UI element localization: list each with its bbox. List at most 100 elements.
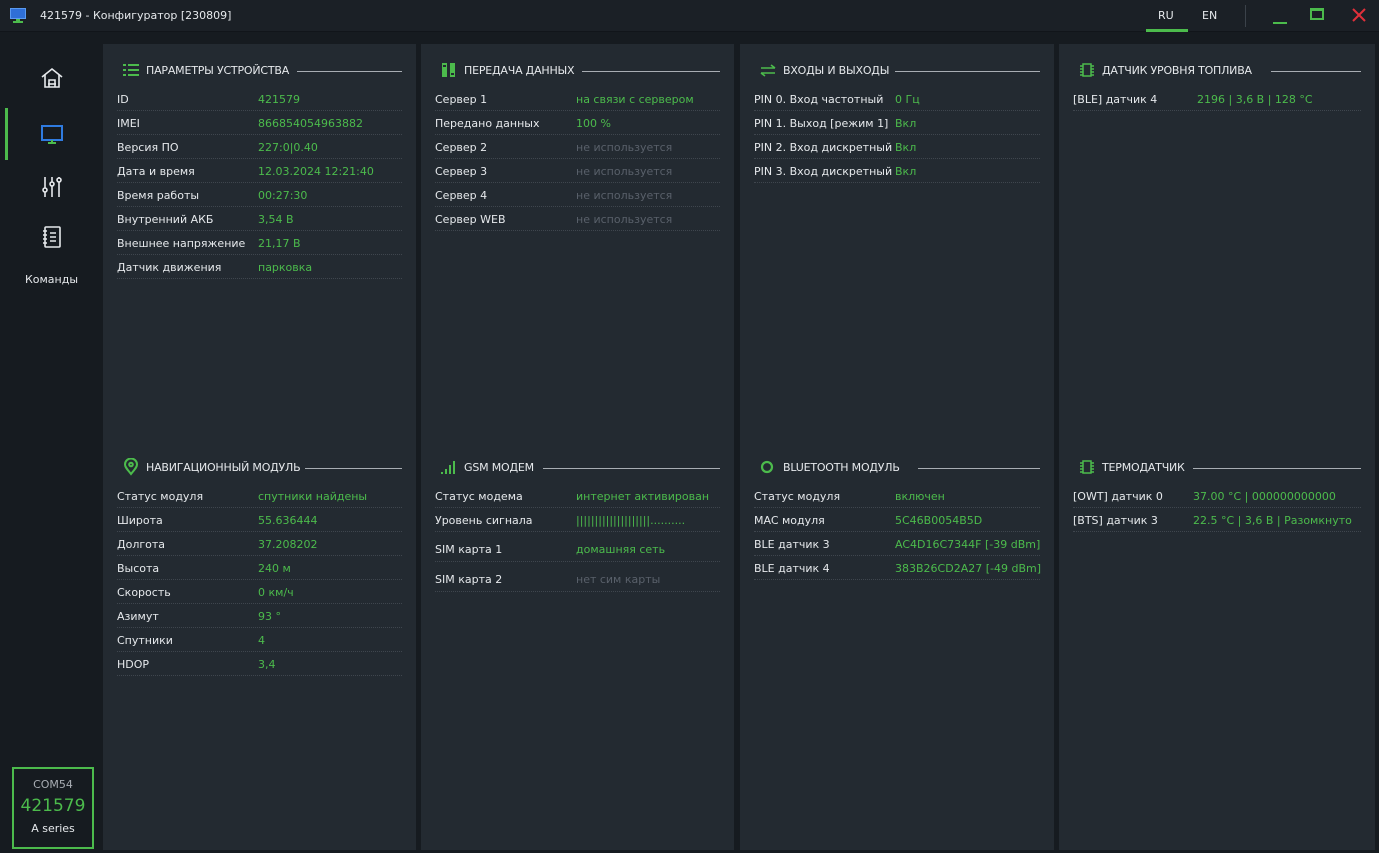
param-value: 21,17 В bbox=[258, 237, 301, 250]
param-row: Датчик движения парковка bbox=[117, 255, 402, 279]
param-row: SIM карта 1 домашняя сеть bbox=[435, 532, 720, 562]
chip-icon bbox=[1080, 63, 1094, 77]
section-header: ПЕРЕДАЧА ДАННЫХ bbox=[435, 59, 720, 81]
param-value: 383B26CD2A27 [-49 dBm] bbox=[895, 562, 1041, 575]
param-label: Долгота bbox=[117, 538, 166, 551]
param-row: [BTS] датчик 3 22.5 °C | 3,6 В | Разомкну… bbox=[1073, 508, 1361, 532]
param-label: Датчик движения bbox=[117, 261, 222, 274]
window-title: 421579 - Конфигуратор [230809] bbox=[40, 9, 232, 22]
param-row: Передано данных 100 % bbox=[435, 111, 720, 135]
param-label: Версия ПО bbox=[117, 141, 179, 154]
section-header: GSM МОДЕМ bbox=[435, 456, 720, 478]
param-row: Высота 240 м bbox=[117, 556, 402, 580]
param-label: [BTS] датчик 3 bbox=[1073, 514, 1158, 527]
param-label: Сервер 2 bbox=[435, 141, 488, 154]
param-value: 227:0|0.40 bbox=[258, 141, 318, 154]
sidebar-item-commands[interactable]: Команды bbox=[0, 273, 103, 286]
param-list: Статус модуля спутники найдены Широта 55.63… bbox=[117, 484, 402, 676]
param-row: PIN 2. Вход дискретный Вкл bbox=[754, 135, 1040, 159]
minimize-button[interactable] bbox=[1260, 0, 1300, 32]
section-divider bbox=[297, 71, 402, 72]
param-row: Широта 55.636444 bbox=[117, 508, 402, 532]
section-divider bbox=[1193, 468, 1361, 469]
param-value: нет сим карты bbox=[576, 573, 661, 586]
param-value: 3,4 bbox=[258, 658, 276, 671]
param-label: Внутренний АКБ bbox=[117, 213, 214, 226]
close-button[interactable] bbox=[1339, 0, 1379, 32]
param-label: [BLE] датчик 4 bbox=[1073, 93, 1158, 106]
param-row: Внутренний АКБ 3,54 В bbox=[117, 207, 402, 231]
param-list: [BLE] датчик 4 2196 | 3,6 В | 128 °C bbox=[1073, 87, 1361, 111]
param-label: PIN 2. Вход дискретный bbox=[754, 141, 893, 154]
sidebar-item-monitor[interactable] bbox=[0, 112, 103, 158]
section-divider bbox=[895, 71, 1040, 72]
lang-active-indicator bbox=[1146, 29, 1188, 32]
param-label: HDOP bbox=[117, 658, 150, 671]
section-title: ТЕРМОДАТЧИК bbox=[1102, 461, 1185, 474]
notebook-icon bbox=[43, 226, 61, 248]
sidebar-item-notebook[interactable] bbox=[0, 214, 103, 260]
param-value: парковка bbox=[258, 261, 313, 274]
section-title: НАВИГАЦИОННЫЙ МОДУЛЬ bbox=[146, 461, 301, 474]
lang-en-button[interactable]: EN bbox=[1202, 9, 1217, 22]
param-label: PIN 1. Выход [режим 1] bbox=[754, 117, 889, 130]
section-divider bbox=[582, 71, 720, 72]
maximize-icon bbox=[1310, 8, 1324, 20]
sidebar-item-settings[interactable] bbox=[0, 164, 103, 210]
title-bar: 421579 - Конфигуратор [230809] RU EN bbox=[0, 0, 1379, 32]
section-header: ДАТЧИК УРОВНЯ ТОПЛИВА bbox=[1073, 59, 1361, 81]
param-row: Сервер WEB не используется bbox=[435, 207, 720, 231]
param-row: [BLE] датчик 4 2196 | 3,6 В | 128 °C bbox=[1073, 87, 1361, 111]
param-label: Статус модема bbox=[435, 490, 523, 503]
param-row: IMEI 866854054963882 bbox=[117, 111, 402, 135]
section-header: ВХОДЫ и ВЫХОДЫ bbox=[754, 59, 1040, 81]
param-value: AC4D16C7344F [-39 dBm] bbox=[895, 538, 1041, 551]
section-title: ДАТЧИК УРОВНЯ ТОПЛИВА bbox=[1102, 64, 1252, 77]
section-header: ПАРАМЕТРЫ УСТРОЙСТВА bbox=[117, 59, 402, 81]
param-row: PIN 1. Выход [режим 1] Вкл bbox=[754, 111, 1040, 135]
param-label: BLE датчик 3 bbox=[754, 538, 830, 551]
param-label: MAC модуля bbox=[754, 514, 825, 527]
param-label: Спутники bbox=[117, 634, 173, 647]
param-label: Дата и время bbox=[117, 165, 195, 178]
location-pin-icon bbox=[123, 458, 139, 476]
sidebar: Команды COM54 421579 A series bbox=[0, 32, 103, 853]
device-series: A series bbox=[31, 822, 75, 835]
param-row: Азимут 93 ° bbox=[117, 604, 402, 628]
param-value: включен bbox=[895, 490, 945, 503]
device-port: COM54 bbox=[33, 778, 73, 791]
monitor-icon bbox=[41, 125, 63, 144]
param-value: 55.636444 bbox=[258, 514, 318, 527]
bluetooth-ring-icon bbox=[760, 460, 774, 474]
param-value: не используется bbox=[576, 213, 673, 226]
param-value: 5C46B0054B5D bbox=[895, 514, 983, 527]
param-label: IMEI bbox=[117, 117, 140, 130]
maximize-button[interactable] bbox=[1297, 0, 1337, 32]
param-label: Азимут bbox=[117, 610, 159, 623]
lang-ru-button[interactable]: RU bbox=[1158, 9, 1174, 22]
param-value: не используется bbox=[576, 165, 673, 178]
section-header: НАВИГАЦИОННЫЙ МОДУЛЬ bbox=[117, 456, 402, 478]
section-divider bbox=[543, 468, 720, 469]
param-value: не используется bbox=[576, 141, 673, 154]
section-title: ВХОДЫ и ВЫХОДЫ bbox=[783, 64, 890, 77]
param-row: Статус модуля включен bbox=[754, 484, 1040, 508]
param-label: PIN 0. Вход частотный bbox=[754, 93, 884, 106]
param-value: интернет активирован bbox=[576, 490, 710, 503]
sidebar-item-home[interactable] bbox=[0, 55, 103, 101]
param-value: не используется bbox=[576, 189, 673, 202]
param-label: Уровень сигнала bbox=[435, 514, 533, 527]
list-icon bbox=[123, 64, 139, 76]
param-label: Сервер 1 bbox=[435, 93, 488, 106]
param-list: ID 421579 IMEI 866854054963882 Версия ПО 227:… bbox=[117, 87, 402, 279]
section-title: ПЕРЕДАЧА ДАННЫХ bbox=[464, 64, 575, 77]
title-divider bbox=[1245, 5, 1246, 27]
transfer-icon bbox=[442, 63, 455, 77]
param-label: Статус модуля bbox=[117, 490, 204, 503]
device-status-box[interactable]: COM54 421579 A series bbox=[12, 767, 94, 849]
home-icon bbox=[41, 67, 63, 88]
param-value: 4 bbox=[258, 634, 265, 647]
param-row: BLE датчик 4 383B26CD2A27 [-49 dBm] bbox=[754, 556, 1041, 580]
param-row: Сервер 1 на связи с сервером bbox=[435, 87, 720, 111]
param-value: Вкл bbox=[895, 117, 917, 130]
